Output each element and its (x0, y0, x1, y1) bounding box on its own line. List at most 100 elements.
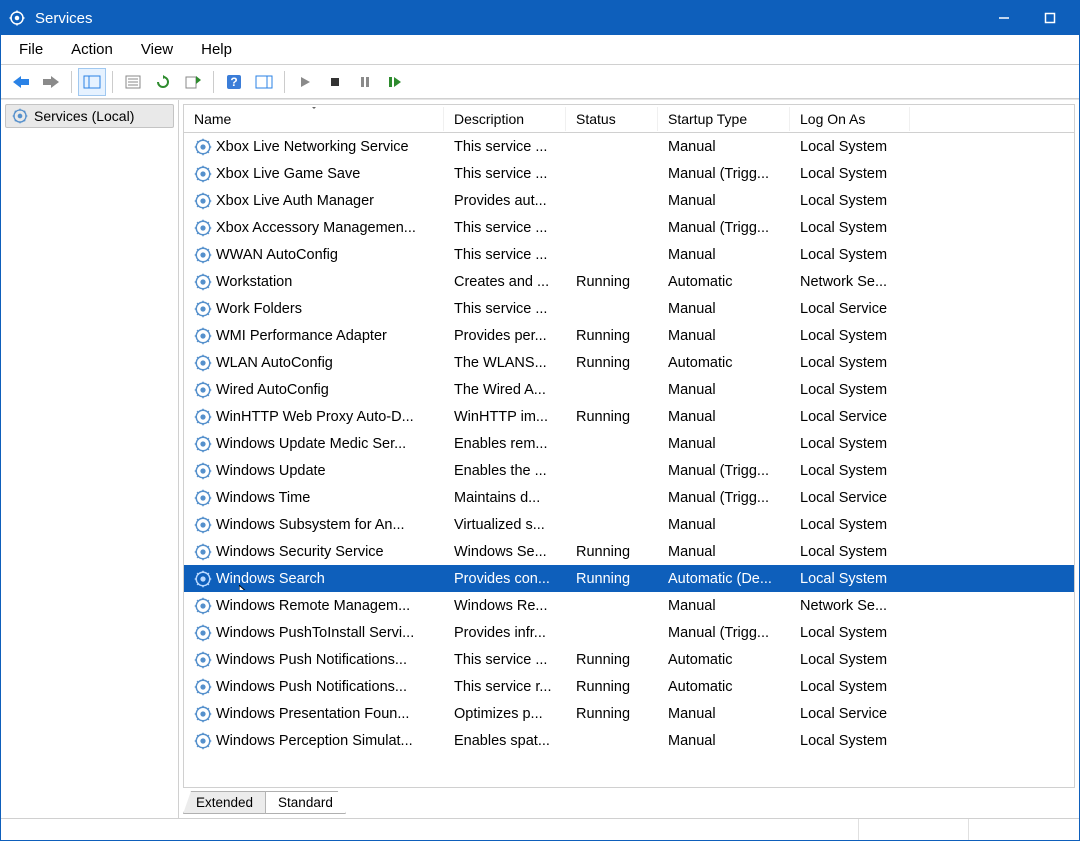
pause-service-button[interactable] (351, 68, 379, 96)
service-description-cell: Virtualized s... (444, 515, 566, 535)
service-row[interactable]: Xbox Accessory Managemen...This service … (184, 214, 1074, 241)
column-header-status[interactable]: Status (566, 107, 658, 131)
service-status-cell: Running (566, 542, 658, 562)
nav-forward-button[interactable] (37, 68, 65, 96)
service-row[interactable]: Wired AutoConfigThe Wired A...ManualLoca… (184, 376, 1074, 403)
service-status-cell (566, 442, 658, 446)
gear-icon (194, 705, 212, 723)
column-header-description[interactable]: Description (444, 107, 566, 131)
service-logon-cell: Local Service (790, 299, 910, 319)
service-logon-cell: Local System (790, 191, 910, 211)
service-row[interactable]: Windows Subsystem for An... Virtualized s… (184, 511, 1074, 538)
menu-view[interactable]: View (129, 37, 185, 62)
show-hide-tree-button[interactable] (78, 68, 106, 96)
column-header-startup-type[interactable]: Startup Type (658, 107, 790, 131)
svg-text:?: ? (230, 75, 237, 89)
service-name-label: Windows Subsystem for An... (216, 517, 405, 533)
column-header-log-on-as[interactable]: Log On As (790, 107, 910, 131)
gear-icon (194, 597, 212, 615)
service-name-label: Windows Push Notifications... (216, 652, 407, 668)
service-row[interactable]: Windows Remote Managem...Windows Re...Ma… (184, 592, 1074, 619)
service-status-cell: Running (566, 407, 658, 427)
service-logon-cell: Local System (790, 515, 910, 535)
service-status-cell: Running (566, 677, 658, 697)
service-description-cell: WinHTTP im... (444, 407, 566, 427)
service-logon-cell: Local System (790, 245, 910, 265)
service-status-cell: Running (566, 272, 658, 292)
minimize-button[interactable] (981, 1, 1027, 35)
service-row[interactable]: Xbox Live Auth ManagerProvides aut...Man… (184, 187, 1074, 214)
service-row[interactable]: Windows PushToInstall Servi...Provides i… (184, 619, 1074, 646)
service-description-cell: This service r... (444, 677, 566, 697)
service-row[interactable]: Windows Update Medic Ser...Enables rem..… (184, 430, 1074, 457)
properties-button[interactable] (119, 68, 147, 96)
menu-file[interactable]: File (7, 37, 55, 62)
service-row[interactable]: Windows TimeMaintains d...Manual (Trigg.… (184, 484, 1074, 511)
service-logon-cell: Network Se... (790, 596, 910, 616)
tree-root-services-local[interactable]: Services (Local) (5, 104, 174, 128)
service-row[interactable]: Xbox Live Networking ServiceThis service… (184, 133, 1074, 160)
service-name-label: WWAN AutoConfig (216, 247, 338, 263)
service-name-label: Windows Update (216, 463, 326, 479)
service-row[interactable]: Xbox Live Game SaveThis service ...Manua… (184, 160, 1074, 187)
service-row[interactable]: Windows Security ServiceWindows Se...Run… (184, 538, 1074, 565)
service-row[interactable]: WMI Performance AdapterProvides per...Ru… (184, 322, 1074, 349)
service-description-cell: The Wired A... (444, 380, 566, 400)
service-startup-cell: Automatic (658, 353, 790, 373)
service-description-cell: Optimizes p... (444, 704, 566, 724)
service-startup-cell: Manual (Trigg... (658, 488, 790, 508)
service-row[interactable]: Work FoldersThis service ...ManualLocal … (184, 295, 1074, 322)
service-logon-cell: Local Service (790, 488, 910, 508)
service-startup-cell: Manual (658, 380, 790, 400)
service-row[interactable]: WWAN AutoConfig This service ... ManualLoc… (184, 241, 1074, 268)
service-name-cell: Windows Subsystem for An... (184, 514, 444, 536)
service-description-cell: This service ... (444, 650, 566, 670)
service-row[interactable]: Windows SearchProvides con...RunningAuto… (184, 565, 1074, 592)
menu-help[interactable]: Help (189, 37, 244, 62)
help-button[interactable]: ? (220, 68, 248, 96)
service-name-cell: Windows Perception Simulat... (184, 730, 444, 752)
service-logon-cell: Local System (790, 650, 910, 670)
stop-service-button[interactable] (321, 68, 349, 96)
service-name-cell: Windows Push Notifications... (184, 676, 444, 698)
restart-service-button[interactable] (381, 68, 409, 96)
service-description-cell: Windows Re... (444, 596, 566, 616)
nav-back-button[interactable] (7, 68, 35, 96)
tab-standard[interactable]: Standard (265, 791, 346, 814)
services-window: Services File Action View Help ? Ser (0, 0, 1080, 841)
menubar: File Action View Help (1, 35, 1079, 65)
service-row[interactable]: Windows UpdateEnables the ...Manual (Tri… (184, 457, 1074, 484)
export-list-button[interactable] (179, 68, 207, 96)
column-header-name[interactable]: Name (184, 107, 444, 131)
maximize-button[interactable] (1027, 1, 1073, 35)
service-row[interactable]: WinHTTP Web Proxy Auto-D...WinHTTP im...… (184, 403, 1074, 430)
refresh-button[interactable] (149, 68, 177, 96)
menu-action[interactable]: Action (59, 37, 125, 62)
service-startup-cell: Automatic (658, 677, 790, 697)
sort-descending-icon (309, 107, 319, 110)
service-startup-cell: Manual (Trigg... (658, 218, 790, 238)
column-headers: Name Description Status Startup Type Log… (184, 105, 1074, 133)
service-startup-cell: Manual (658, 245, 790, 265)
service-row[interactable]: Windows Perception Simulat...Enables spa… (184, 727, 1074, 754)
service-name-cell: Windows Security Service (184, 541, 444, 563)
service-row[interactable]: WorkstationCreates and ...RunningAutomat… (184, 268, 1074, 295)
service-status-cell (566, 226, 658, 230)
tab-extended[interactable]: Extended (183, 791, 266, 814)
service-description-cell: Enables rem... (444, 434, 566, 454)
service-description-cell: Provides infr... (444, 623, 566, 643)
show-hide-action-pane-button[interactable] (250, 68, 278, 96)
service-row[interactable]: Windows Push Notifications... This servic… (184, 646, 1074, 673)
service-description-cell: This service ... (444, 245, 566, 265)
service-name-cell: Windows Update Medic Ser... (184, 433, 444, 455)
service-rows-container[interactable]: Xbox Live Networking ServiceThis service… (184, 133, 1074, 787)
service-row[interactable]: WLAN AutoConfigThe WLANS...RunningAutoma… (184, 349, 1074, 376)
service-name-label: Windows Presentation Foun... (216, 706, 409, 722)
service-row[interactable]: Windows Presentation Foun... Optimizes p.… (184, 700, 1074, 727)
service-name-label: Work Folders (216, 301, 302, 317)
service-startup-cell: Automatic (658, 272, 790, 292)
service-row[interactable]: Windows Push Notifications...This servic… (184, 673, 1074, 700)
service-status-cell (566, 172, 658, 176)
start-service-button[interactable] (291, 68, 319, 96)
service-startup-cell: Manual (658, 191, 790, 211)
